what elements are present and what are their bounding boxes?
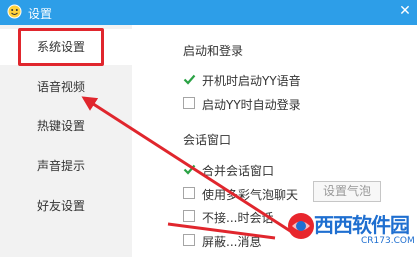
checkbox-icon[interactable] [183,187,195,199]
checkbox-icon[interactable] [183,210,195,222]
checkbox-icon[interactable] [183,97,195,109]
section-title-chat-window: 会话窗口 [183,133,232,147]
sidebar-item-friend-settings[interactable]: 好友设置 [0,188,132,224]
window-title: 设置 [28,7,53,21]
checkbox-icon[interactable] [183,234,195,246]
checkbox-checked-icon[interactable] [183,73,196,85]
sidebar-item-sound-alerts[interactable]: 声音提示 [0,148,132,184]
option-label: 使用多彩气泡聊天 [202,188,299,202]
bubble-settings-button[interactable]: 设置气泡 [313,181,381,202]
option-label: 屏蔽...消息 [202,235,262,249]
section-title-startup: 启动和登录 [183,44,244,58]
checkbox-checked-icon[interactable] [183,163,196,175]
watermark-text: 西西软件园 [314,213,410,237]
option-label: 合并会话窗口 [202,164,275,178]
watermark-globe-icon [288,213,314,239]
watermark-url: CR173.COM [361,236,415,246]
sidebar-item-voice-video[interactable]: 语音视频 [0,69,132,105]
option-label: 开机时启动YY语音 [202,74,301,88]
settings-sidebar: 系统设置 语音视频 热键设置 声音提示 好友设置 [0,25,132,257]
option-label: 启动YY时自动登录 [202,98,301,112]
sidebar-item-system-settings[interactable]: 系统设置 [0,29,132,65]
close-icon[interactable]: ✕ [396,2,414,20]
watermark-logo: 西西软件园 CR173.COM [284,207,417,257]
app-logo-icon [7,4,22,19]
title-bar: 设置 ✕ [0,0,417,25]
option-label: 不接...时会话 [202,211,274,225]
sidebar-item-hotkey-settings[interactable]: 热键设置 [0,108,132,144]
